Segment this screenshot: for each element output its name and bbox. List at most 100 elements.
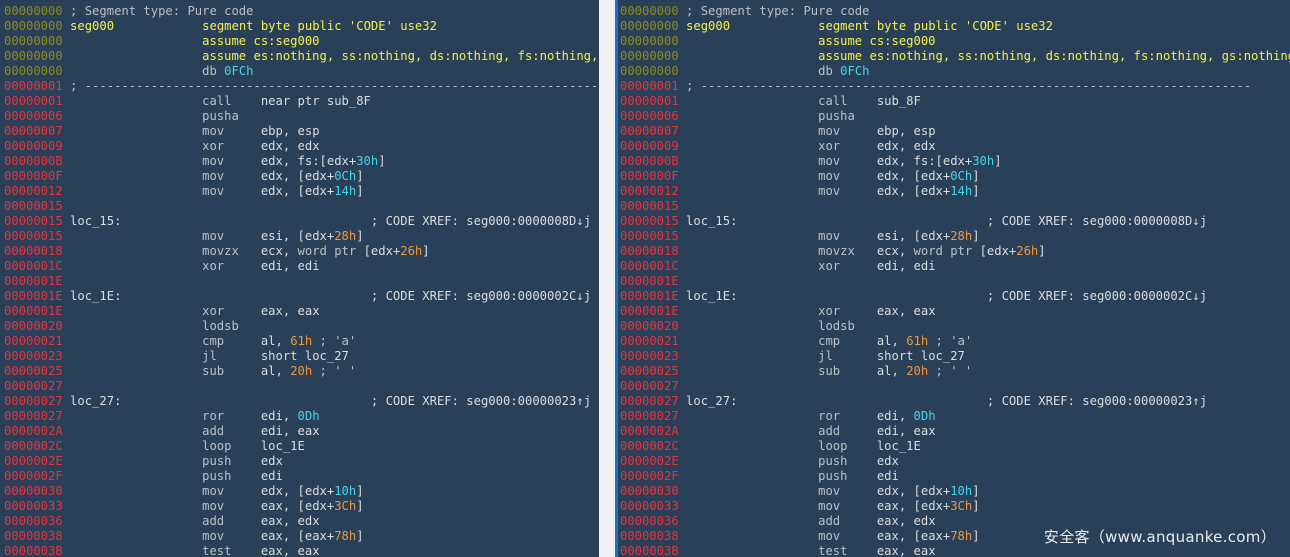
code-token: push [202,469,261,483]
disassembly-line[interactable]: 0000001E loc_1E: ; CODE XREF: seg000:000… [4,289,599,304]
disassembly-line[interactable]: 00000007 mov ebp, esp [620,124,1290,139]
disassembly-line[interactable]: 00000007 mov ebp, esp [4,124,599,139]
code-token: ] [356,184,364,198]
disassembly-line[interactable]: 00000027 loc_27: ; CODE XREF: seg000:000… [620,394,1290,409]
disassembly-line[interactable]: 00000015 mov esi, [edx+28h] [4,229,599,244]
disassembly-line[interactable]: 00000015 loc_15: ; CODE XREF: seg000:000… [4,214,599,229]
disassembly-line[interactable]: 00000027 ror edi, 0Dh [4,409,599,424]
disassembly-line[interactable]: 00000030 mov edx, [edx+10h] [4,484,599,499]
disassembly-line[interactable]: 00000021 cmp al, 61h ; 'a' [620,334,1290,349]
disassembly-line[interactable]: 00000000 assume cs:seg000 [4,34,599,49]
code-token: edx, [edx+ [876,184,951,198]
code-token: mov [818,154,877,168]
disassembly-line[interactable]: 00000012 mov edx, [edx+14h] [620,184,1290,199]
disassembly-line[interactable]: 00000027 ror edi, 0Dh [620,409,1290,424]
disassembly-line[interactable]: 00000000 ; Segment type: Pure code [620,4,1290,19]
disassembly-line[interactable]: 00000001 ; -----------------------------… [620,79,1290,94]
disassembly-line[interactable]: 00000000 assume es:nothing, ss:nothing, … [4,49,599,64]
disassembly-line[interactable]: 0000000B mov edx, fs:[edx+30h] [620,154,1290,169]
disassembly-line[interactable]: 00000015 [620,199,1290,214]
disassembly-line[interactable]: 00000000 seg000 segment byte public 'COD… [620,19,1290,34]
disassembly-line[interactable]: 00000030 mov edx, [edx+10h] [620,484,1290,499]
disassembly-line[interactable]: 00000006 pusha [620,109,1290,124]
disassembly-line[interactable]: 00000018 movzx ecx, word ptr [edx+26h] [4,244,599,259]
disassembly-line[interactable]: 00000036 add eax, edx [4,514,599,529]
disassembly-line[interactable]: 00000000 db 0FCh [620,64,1290,79]
disassembly-line[interactable]: 00000001 call near ptr sub_8F [4,94,599,109]
code-token: ] [994,154,1002,168]
disassembly-line[interactable]: 00000018 movzx ecx, word ptr [edx+26h] [620,244,1290,259]
disassembly-line[interactable]: 0000000B mov edx, fs:[edx+30h] [4,154,599,169]
disassembly-line[interactable]: 00000001 ; -----------------------------… [4,79,599,94]
disassembly-line[interactable]: 00000012 mov edx, [edx+14h] [4,184,599,199]
disassembly-line[interactable]: 00000000 db 0FCh [4,64,599,79]
disassembly-line[interactable]: 00000001 call sub_8F [620,94,1290,109]
disassembly-line[interactable]: 00000000 seg000 segment byte public 'COD… [4,19,599,34]
code-token: edx, [edx+ [876,169,951,183]
line-address: 0000001E [4,304,71,318]
code-token: sub [202,364,261,378]
disassembly-line[interactable]: 00000033 mov eax, [edx+3Ch] [4,499,599,514]
code-token: xor [818,139,877,153]
disassembly-line[interactable]: 0000001C xor edi, edi [620,259,1290,274]
disassembly-line[interactable]: 0000001C xor edi, edi [4,259,599,274]
code-token: assume es:nothing, ss:nothing, ds:nothin… [202,49,599,63]
disassembly-line[interactable]: 0000002F push edi [4,469,599,484]
right-disassembly-listing[interactable]: 00000000 ; Segment type: Pure code 000000… [618,0,1290,557]
disassembly-line[interactable]: 00000027 [4,379,599,394]
disassembly-line[interactable]: 0000001E [4,274,599,289]
disassembly-line[interactable]: 00000015 mov esi, [edx+28h] [620,229,1290,244]
disassembly-line[interactable]: 00000023 jl short loc_27 [620,349,1290,364]
disassembly-line[interactable]: 00000020 lodsb [620,319,1290,334]
code-token: 78h [950,529,973,543]
code-token: loc_27: [686,394,738,408]
code-token: lodsb [202,319,239,333]
line-address: 00000001 [4,94,71,108]
disassembly-line[interactable]: 0000001E [620,274,1290,289]
disassembly-line[interactable]: 00000006 pusha [4,109,599,124]
line-address: 00000001 [620,79,687,93]
disassembly-line[interactable]: 00000025 sub al, 20h ; ' ' [620,364,1290,379]
disassembly-line[interactable]: 00000038 mov eax, [eax+78h] [4,529,599,544]
disassembly-line[interactable]: 00000027 [620,379,1290,394]
disassembly-line[interactable]: 00000027 loc_27: ; CODE XREF: seg000:000… [4,394,599,409]
disassembly-line[interactable]: 00000000 ; Segment type: Pure code [4,4,599,19]
disassembly-line[interactable]: 0000000F mov edx, [edx+0Ch] [620,169,1290,184]
disassembly-line[interactable]: 0000001E xor eax, eax [620,304,1290,319]
right-disassembly-pane[interactable]: 00000000 ; Segment type: Pure code 000000… [615,0,1290,557]
disassembly-line[interactable]: 00000025 sub al, 20h ; ' ' [4,364,599,379]
code-token: movzx [818,244,877,258]
disassembly-line[interactable]: 0000001E loc_1E: ; CODE XREF: seg000:000… [620,289,1290,304]
left-disassembly-pane[interactable]: 00000000 ; Segment type: Pure code 000000… [0,0,599,557]
disassembly-line[interactable]: 0000002F push edi [620,469,1290,484]
disassembly-line[interactable]: 00000033 mov eax, [edx+3Ch] [620,499,1290,514]
disassembly-line[interactable]: 00000015 loc_15: ; CODE XREF: seg000:000… [620,214,1290,229]
disassembly-line[interactable]: 0000003B test eax, eax [4,544,599,557]
disassembly-line[interactable]: 0000002E push edx [620,454,1290,469]
disassembly-line[interactable]: 00000000 assume cs:seg000 [620,34,1290,49]
line-address: 0000001E [4,274,71,288]
disassembly-line[interactable]: 0000002E push edx [4,454,599,469]
disassembly-line[interactable]: 0000000F mov edx, [edx+0Ch] [4,169,599,184]
disassembly-line[interactable]: 0000002C loop loc_1E [620,439,1290,454]
disassembly-line[interactable]: 00000009 xor edx, edx [620,139,1290,154]
disassembly-line[interactable]: 0000002A add edi, eax [620,424,1290,439]
code-token: ecx, [260,244,298,258]
disassembly-line[interactable]: 0000002C loop loc_1E [4,439,599,454]
disassembly-line[interactable]: 00000021 cmp al, 61h ; 'a' [4,334,599,349]
disassembly-line[interactable]: 0000002A add edi, eax [4,424,599,439]
disassembly-line[interactable]: 00000020 lodsb [4,319,599,334]
disassembly-line[interactable]: 00000009 xor edx, edx [4,139,599,154]
line-address: 0000001C [620,259,687,273]
disassembly-line[interactable]: 00000000 assume es:nothing, ss:nothing, … [620,49,1290,64]
disassembly-line[interactable]: 00000015 [4,199,599,214]
disassembly-line[interactable]: 0000001E xor eax, eax [4,304,599,319]
code-token: edi, [876,409,914,423]
left-disassembly-listing[interactable]: 00000000 ; Segment type: Pure code 000000… [0,0,599,557]
disassembly-line[interactable]: 00000023 jl short loc_27 [4,349,599,364]
